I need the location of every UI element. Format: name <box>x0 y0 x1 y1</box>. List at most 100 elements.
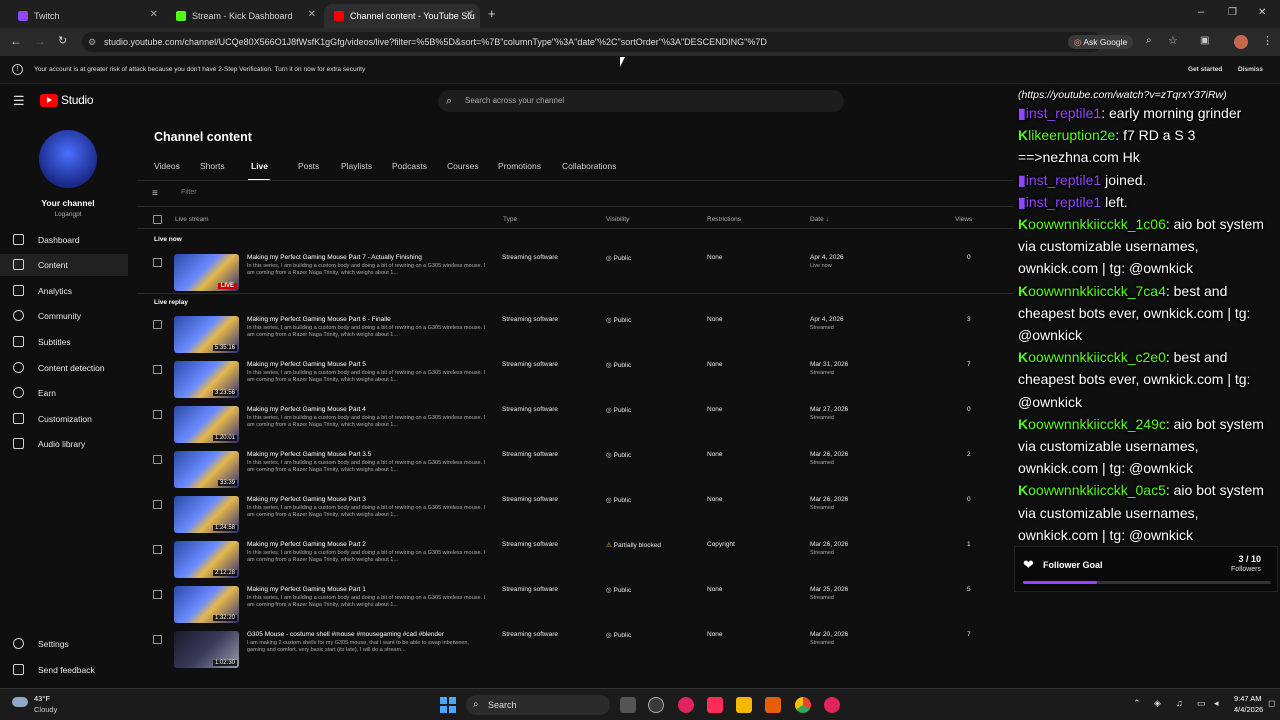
sidebar-item-audio-library[interactable]: Audio library <box>0 433 128 455</box>
tab-shorts[interactable]: Shorts <box>200 161 225 171</box>
video-thumbnail[interactable]: 1:20:01 <box>174 406 239 443</box>
row-checkbox[interactable] <box>153 590 162 599</box>
tab-collaborations[interactable]: Collaborations <box>562 161 616 171</box>
video-title[interactable]: Making my Perfect Gaming Mouse Part 3.5 <box>247 451 487 458</box>
sidebar-item-settings[interactable]: Settings <box>0 633 128 655</box>
clock-time[interactable]: 9:47 AM <box>1234 694 1262 703</box>
taskbar-search[interactable]: ⌕ Search <box>466 695 610 715</box>
sidebar-item-subtitles[interactable]: Subtitles <box>0 331 128 353</box>
channel-avatar[interactable] <box>39 130 97 188</box>
minimize-button[interactable]: – <box>1198 6 1204 18</box>
video-thumbnail[interactable]: 1:32:20 <box>174 586 239 623</box>
microphone-icon[interactable]: ♫ <box>1176 698 1183 708</box>
video-thumbnail[interactable]: LIVE <box>174 254 239 291</box>
visibility-cell[interactable]: ◎ Public <box>606 586 631 594</box>
video-thumbnail[interactable]: 2:12:28 <box>174 541 239 578</box>
video-title[interactable]: Making my Perfect Gaming Mouse Part 5 <box>247 361 487 368</box>
windows-start-icon[interactable] <box>440 697 456 713</box>
zoom-icon[interactable]: ⌕ <box>1146 35 1152 46</box>
ask-google-button[interactable]: ◎ Ask Google <box>1068 35 1134 49</box>
sidebar-item-content-detection[interactable]: Content detection <box>0 357 128 379</box>
close-icon[interactable]: ✕ <box>150 9 158 20</box>
notification-icon[interactable]: ◻ <box>1268 698 1275 709</box>
volume-icon[interactable]: ◂ <box>1214 698 1219 709</box>
column-header-date[interactable]: Date ↓ <box>810 216 829 223</box>
video-title[interactable]: Making my Perfect Gaming Mouse Part 7 - … <box>247 254 487 261</box>
dismiss-button[interactable]: Dismiss <box>1238 66 1263 73</box>
youtube-logo-icon[interactable] <box>40 94 58 107</box>
close-icon[interactable]: ✕ <box>466 9 474 20</box>
profile-avatar[interactable] <box>1234 35 1248 49</box>
sidebar-item-analytics[interactable]: Analytics <box>0 280 128 302</box>
visibility-cell[interactable]: ◎ Public <box>606 254 631 262</box>
reload-icon[interactable]: ↻ <box>58 34 67 47</box>
sidebar-item-earn[interactable]: Earn <box>0 382 128 404</box>
table-row[interactable]: 5:35:16 Making my Perfect Gaming Mouse Pa… <box>137 316 1013 361</box>
back-icon[interactable]: ← <box>10 34 22 48</box>
visibility-cell[interactable]: ◎ Public <box>606 631 631 639</box>
table-row[interactable]: 1:20:01 Making my Perfect Gaming Mouse Pa… <box>137 406 1013 451</box>
tab-courses[interactable]: Courses <box>447 161 479 171</box>
tab-playlists[interactable]: Playlists <box>341 161 372 171</box>
sidebar-item-dashboard[interactable]: Dashboard <box>0 229 128 251</box>
obs-icon[interactable] <box>648 697 664 713</box>
file-explorer-icon[interactable] <box>736 697 752 713</box>
tab-promotions[interactable]: Promotions <box>498 161 541 171</box>
row-checkbox[interactable] <box>153 258 162 267</box>
video-thumbnail[interactable]: 3:23:56 <box>174 361 239 398</box>
visibility-cell[interactable]: ◎ Public <box>606 496 631 504</box>
weather-temp[interactable]: 43°F <box>34 694 50 703</box>
maximize-button[interactable]: ❐ <box>1228 7 1237 18</box>
video-thumbnail[interactable]: 1:02:30 <box>174 631 239 668</box>
tray-app-icon[interactable]: ◈ <box>1154 698 1161 709</box>
close-icon[interactable]: ✕ <box>308 9 316 20</box>
sidebar-item-feedback[interactable]: Send feedback <box>0 659 128 681</box>
video-title[interactable]: Making my Perfect Gaming Mouse Part 6 - … <box>247 316 487 323</box>
tab-kick[interactable]: Stream - Kick Dashboard ✕ <box>166 4 322 28</box>
visibility-cell[interactable]: ⚠ Partially blocked <box>606 541 661 549</box>
video-title[interactable]: Making my Perfect Gaming Mouse Part 4 <box>247 406 487 413</box>
tab-podcasts[interactable]: Podcasts <box>392 161 427 171</box>
tab-posts[interactable]: Posts <box>298 161 319 171</box>
tab-twitch[interactable]: Twitch ✕ <box>8 4 164 28</box>
row-checkbox[interactable] <box>153 500 162 509</box>
blender-icon[interactable] <box>765 697 781 713</box>
channel-search-input[interactable]: ⌕ Search across your channel <box>438 90 844 112</box>
app-icon-2[interactable] <box>824 697 840 713</box>
row-checkbox[interactable] <box>153 320 162 329</box>
video-thumbnail[interactable]: 33:39 <box>174 451 239 488</box>
video-title[interactable]: G305 Mouse - costume shell #mouse #mouse… <box>247 631 487 638</box>
table-row[interactable]: LIVE Making my Perfect Gaming Mouse Part … <box>137 254 1013 299</box>
tab-videos[interactable]: Videos <box>154 161 180 171</box>
table-row[interactable]: 2:12:28 Making my Perfect Gaming Mouse Pa… <box>137 541 1013 586</box>
tiktok-icon[interactable] <box>707 697 723 713</box>
app-icon[interactable] <box>678 697 694 713</box>
visibility-cell[interactable]: ◎ Public <box>606 316 631 324</box>
visibility-cell[interactable]: ◎ Public <box>606 406 631 414</box>
visibility-cell[interactable]: ◎ Public <box>606 451 631 459</box>
forward-icon[interactable]: → <box>34 34 46 48</box>
row-checkbox[interactable] <box>153 410 162 419</box>
video-title[interactable]: Making my Perfect Gaming Mouse Part 1 <box>247 586 487 593</box>
url-input[interactable]: ⚙ studio.youtube.com/channel/UCQe80X566O… <box>82 32 1102 52</box>
hamburger-menu-icon[interactable]: ☰ <box>13 93 25 109</box>
sidebar-item-community[interactable]: Community <box>0 305 128 327</box>
side-panel-icon[interactable]: ▣ <box>1200 35 1209 46</box>
your-channel-label[interactable]: Your channel <box>0 198 136 208</box>
network-icon[interactable]: ▭ <box>1197 698 1206 709</box>
sidebar-item-content[interactable]: Content <box>0 254 128 276</box>
sidebar-item-customization[interactable]: Customization <box>0 408 128 430</box>
visibility-cell[interactable]: ◎ Public <box>606 361 631 369</box>
table-row[interactable]: 1:32:20 Making my Perfect Gaming Mouse Pa… <box>137 586 1013 631</box>
row-checkbox[interactable] <box>153 365 162 374</box>
row-checkbox[interactable] <box>153 545 162 554</box>
chrome-icon[interactable] <box>795 697 811 713</box>
video-title[interactable]: Making my Perfect Gaming Mouse Part 2 <box>247 541 487 548</box>
bookmark-star-icon[interactable]: ☆ <box>1168 34 1178 47</box>
browser-menu-icon[interactable]: ⋮ <box>1262 34 1273 47</box>
video-thumbnail[interactable]: 1:24:58 <box>174 496 239 533</box>
site-info-icon[interactable]: ⚙ <box>88 32 96 52</box>
table-row[interactable]: 33:39 Making my Perfect Gaming Mouse Part… <box>137 451 1013 496</box>
select-all-checkbox[interactable] <box>153 215 162 224</box>
new-tab-button[interactable]: + <box>488 6 496 21</box>
